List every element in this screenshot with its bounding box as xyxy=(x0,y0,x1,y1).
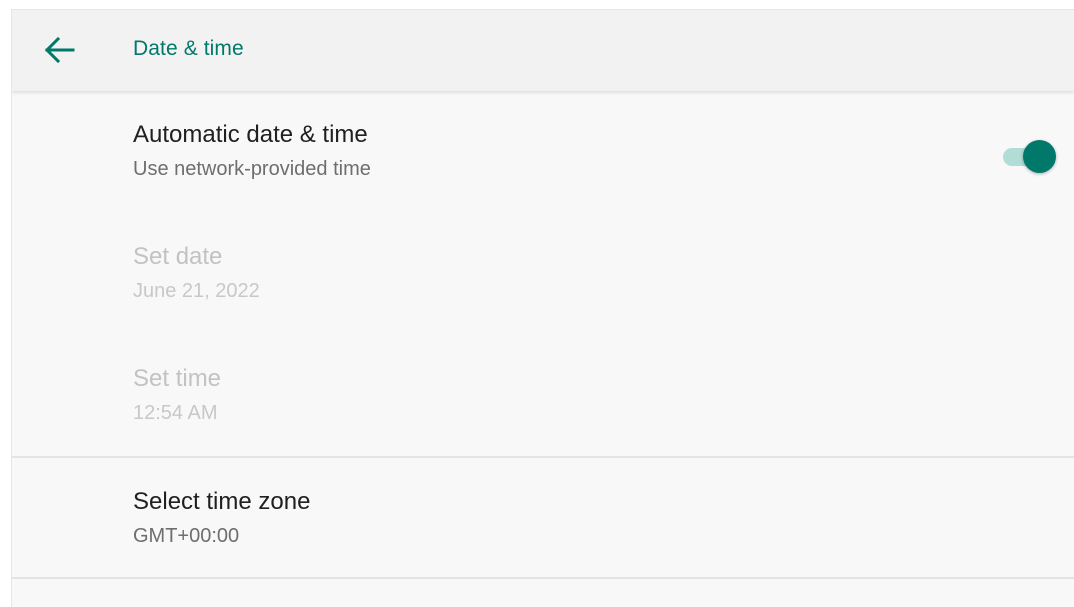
set-time-item: Set time 12:54 AM xyxy=(12,352,1074,452)
set-date-title: Set date xyxy=(133,243,223,270)
back-button[interactable] xyxy=(36,27,82,73)
set-time-title: Set time xyxy=(133,365,222,392)
divider xyxy=(12,577,1074,579)
automatic-date-time-switch[interactable] xyxy=(1000,138,1058,174)
toolbar: Date & time xyxy=(12,10,1074,91)
automatic-date-time-summary: Use network-provided time xyxy=(133,158,371,180)
switch-thumb xyxy=(1023,140,1056,173)
settings-screen: Date & time Automatic date & time Use ne… xyxy=(11,9,1074,607)
set-date-summary: June 21, 2022 xyxy=(133,280,260,302)
page-title: Date & time xyxy=(133,37,244,60)
select-time-zone-item[interactable]: Select time zone GMT+00:00 xyxy=(12,458,1074,578)
select-time-zone-title: Select time zone xyxy=(133,488,311,515)
select-time-zone-summary: GMT+00:00 xyxy=(133,525,240,547)
set-time-summary: 12:54 AM xyxy=(133,402,218,424)
arrow-back-icon xyxy=(44,36,75,64)
automatic-date-time-item[interactable]: Automatic date & time Use network-provid… xyxy=(12,110,1074,200)
automatic-date-time-title: Automatic date & time xyxy=(133,121,368,148)
set-date-item: Set date June 21, 2022 xyxy=(12,230,1074,330)
